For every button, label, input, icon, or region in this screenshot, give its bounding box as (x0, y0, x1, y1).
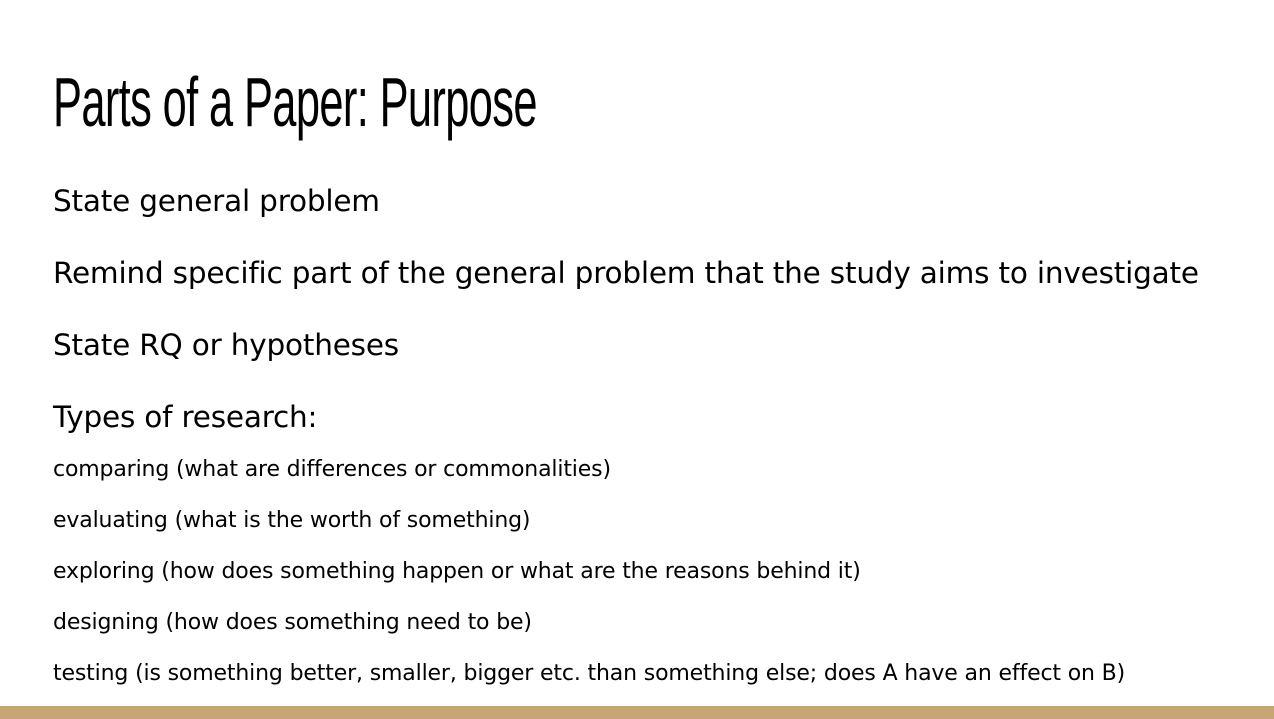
accent-bar (0, 706, 1274, 719)
research-type-exploring: exploring (how does something happen or … (53, 559, 861, 584)
research-type-evaluating: evaluating (what is the worth of somethi… (53, 508, 531, 533)
research-type-designing: designing (how does something need to be… (53, 610, 532, 635)
point-types-of-research: Types of research: (53, 400, 318, 434)
point-general-problem: State general problem (53, 184, 380, 218)
research-type-comparing: comparing (what are differences or commo… (53, 457, 611, 482)
research-type-testing: testing (is something better, smaller, b… (53, 661, 1126, 686)
slide-title: Parts of a Paper: Purpose (53, 63, 538, 141)
point-specific-part: Remind specific part of the general prob… (53, 256, 1199, 290)
point-rq-hypotheses: State RQ or hypotheses (53, 328, 399, 362)
